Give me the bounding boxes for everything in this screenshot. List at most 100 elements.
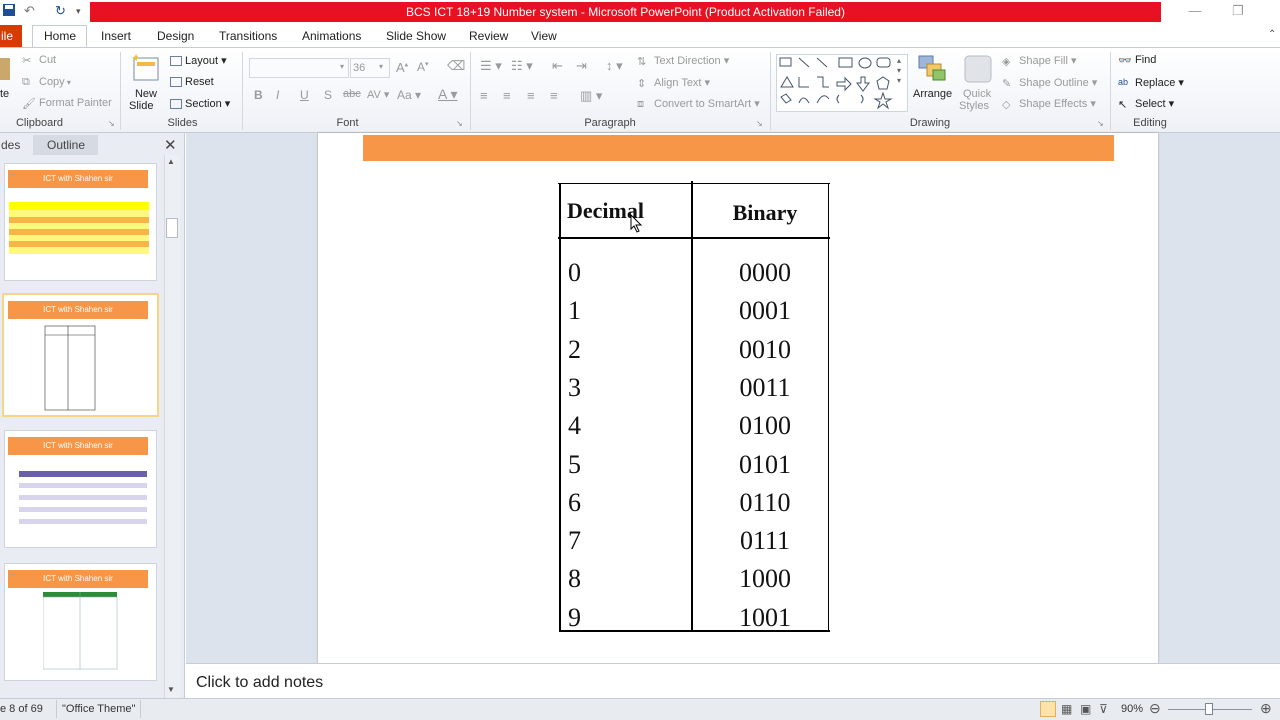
table-cell-decimal[interactable]: 2 — [568, 335, 688, 365]
collapse-ribbon-icon[interactable]: ⌃ — [1268, 29, 1276, 40]
line-spacing-icon[interactable]: ↕ ▾ — [606, 58, 623, 74]
font-size-box[interactable]: 36 — [350, 58, 390, 78]
align-text-button[interactable]: ⇕ Align Text ▾ — [637, 76, 710, 90]
reset-button[interactable]: Reset — [170, 76, 214, 88]
character-spacing-icon[interactable]: AV ▾ — [367, 88, 389, 101]
section-button[interactable]: Section ▾ — [170, 97, 230, 110]
tab-review[interactable]: Review — [463, 25, 514, 47]
undo-icon[interactable]: ↶ — [24, 3, 35, 19]
tab-outline-label[interactable]: Outline — [47, 135, 85, 155]
bold-button[interactable]: B — [254, 88, 263, 102]
paste-icon[interactable] — [0, 55, 12, 86]
clipboard-dialog-launcher-icon[interactable]: ↘ — [108, 119, 115, 128]
shapes-gallery-scroll-icon[interactable]: ▴ ▾ ▾ — [897, 56, 901, 86]
shrink-font-icon[interactable]: A▾ — [417, 60, 429, 74]
shapes-gallery[interactable] — [776, 54, 908, 112]
align-center-icon[interactable]: ≡ — [503, 88, 511, 103]
zoom-slider-thumb[interactable] — [1205, 703, 1213, 715]
strikethrough-icon[interactable]: abc — [343, 88, 361, 100]
table-cell-decimal[interactable]: 8 — [568, 564, 688, 594]
table-cell-binary[interactable]: 1001 — [700, 603, 830, 633]
numbering-icon[interactable]: ☷ ▾ — [511, 58, 533, 74]
slide-thumbnail-10[interactable]: ICT with Shahen sir — [4, 563, 157, 681]
reading-view-icon[interactable]: ▣ — [1080, 702, 1091, 716]
font-name-box[interactable] — [249, 58, 349, 78]
copy-button[interactable]: ⧉ Copy ▾ — [22, 76, 71, 88]
table-cell-decimal[interactable]: 3 — [568, 373, 688, 403]
table-cell-binary[interactable]: 0011 — [700, 373, 830, 403]
quick-styles-label-1[interactable]: Quick — [963, 88, 991, 100]
font-dialog-launcher-icon[interactable]: ↘ — [456, 119, 463, 128]
tab-home-label[interactable]: Home — [38, 25, 82, 47]
customize-quick-access-icon[interactable]: ▾ — [76, 6, 81, 17]
scroll-thumb[interactable] — [166, 218, 178, 238]
tab-view[interactable]: View — [525, 25, 563, 47]
zoom-level[interactable]: 90% — [1121, 703, 1143, 715]
new-slide-label-2[interactable]: Slide — [129, 100, 153, 112]
normal-view-icon[interactable] — [1040, 701, 1056, 717]
slide-thumbnail-9[interactable]: ICT with Shahen sir — [4, 430, 157, 548]
clear-formatting-icon[interactable]: ⌫ — [447, 58, 465, 74]
quick-styles-icon[interactable] — [963, 54, 993, 87]
theme-status[interactable]: "Office Theme" — [62, 703, 135, 715]
table-cell-decimal[interactable]: 6 — [568, 488, 688, 518]
arrange-icon[interactable] — [917, 54, 949, 87]
slide-sorter-icon[interactable]: ▦ — [1061, 702, 1072, 716]
tab-transitions[interactable]: Transitions — [213, 25, 283, 47]
slide-thumbnail-7[interactable]: ICT with Shahen sir — [4, 163, 157, 281]
table-cell-binary[interactable]: 0101 — [700, 450, 830, 480]
cut-button[interactable]: ✂ Cut — [22, 54, 56, 67]
table-header-binary[interactable]: Binary — [700, 200, 830, 226]
maximize-icon[interactable]: ❐ — [1218, 3, 1258, 23]
align-left-icon[interactable]: ≡ — [480, 88, 488, 103]
text-direction-button[interactable]: ⇅ Text Direction ▾ — [637, 54, 729, 68]
grow-font-icon[interactable]: A▴ — [396, 60, 408, 75]
scroll-up-icon[interactable]: ▲ — [167, 157, 175, 166]
bullets-icon[interactable]: ☰ ▾ — [480, 58, 502, 74]
font-name-dropdown-icon[interactable]: ▾ — [340, 62, 344, 71]
close-pane-icon[interactable]: ✕ — [164, 136, 177, 154]
table-cell-decimal[interactable]: 0 — [568, 258, 688, 288]
drawing-dialog-launcher-icon[interactable]: ↘ — [1097, 119, 1104, 128]
table-cell-decimal[interactable]: 4 — [568, 411, 688, 441]
tab-animations[interactable]: Animations — [296, 25, 367, 47]
font-color-icon[interactable]: A ▾ — [438, 86, 457, 103]
format-painter-button[interactable]: 🖌 Format Painter — [22, 97, 112, 110]
shape-fill-button[interactable]: ◈ Shape Fill ▾ — [1002, 54, 1077, 68]
table-cell-binary[interactable]: 0100 — [700, 411, 830, 441]
table-cell-binary[interactable]: 0010 — [700, 335, 830, 365]
align-right-icon[interactable]: ≡ — [527, 88, 535, 103]
table-cell-decimal[interactable]: 5 — [568, 450, 688, 480]
paste-button[interactable]: te — [0, 88, 9, 100]
tab-file[interactable]: ile — [0, 25, 22, 47]
table-cell-binary[interactable]: 0110 — [700, 488, 830, 518]
new-slide-icon[interactable]: ✦ — [131, 51, 161, 87]
tab-insert[interactable]: Insert — [95, 25, 137, 47]
table-cell-binary[interactable]: 0001 — [700, 296, 830, 326]
underline-button[interactable]: U — [300, 88, 309, 102]
minimize-icon[interactable]: — — [1175, 3, 1215, 23]
find-button[interactable]: 👓 Find — [1118, 54, 1156, 67]
justify-icon[interactable]: ≡ — [550, 88, 558, 103]
slide-title-bar[interactable] — [363, 135, 1114, 161]
font-size-dropdown-icon[interactable]: ▾ — [379, 62, 383, 71]
change-case-icon[interactable]: Aa ▾ — [397, 88, 421, 102]
italic-button[interactable]: I — [276, 88, 279, 102]
tab-slides-label[interactable]: des — [1, 135, 20, 155]
paragraph-dialog-launcher-icon[interactable]: ↘ — [756, 119, 763, 128]
slide-show-icon[interactable]: ⊽ — [1099, 702, 1108, 716]
arrange-label[interactable]: Arrange — [913, 88, 952, 100]
scroll-down-icon[interactable]: ▼ — [167, 685, 175, 694]
redo-icon[interactable]: ↻ — [55, 3, 66, 19]
zoom-in-icon[interactable]: ⊕ — [1260, 700, 1272, 717]
shape-effects-button[interactable]: ◇ Shape Effects ▾ — [1002, 97, 1096, 111]
table-cell-decimal[interactable]: 1 — [568, 296, 688, 326]
decrease-indent-icon[interactable]: ⇤ — [552, 58, 563, 74]
notes-placeholder[interactable]: Click to add notes — [196, 674, 323, 692]
zoom-out-icon[interactable]: ⊖ — [1149, 700, 1161, 717]
save-icon[interactable] — [2, 3, 16, 20]
columns-icon[interactable]: ▥ ▾ — [580, 88, 602, 104]
tab-design[interactable]: Design — [151, 25, 200, 47]
table-cell-decimal[interactable]: 7 — [568, 526, 688, 556]
tab-slide-show[interactable]: Slide Show — [380, 25, 452, 47]
